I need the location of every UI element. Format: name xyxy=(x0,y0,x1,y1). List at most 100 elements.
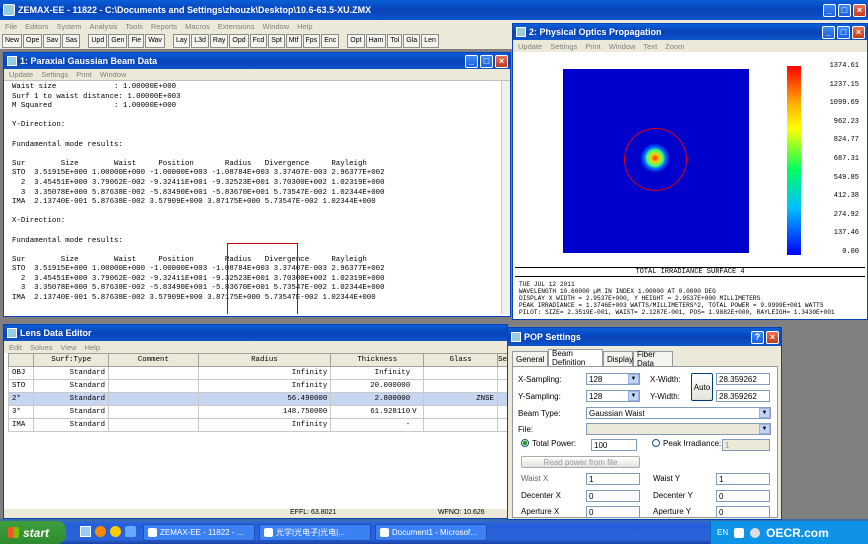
column-header-radius[interactable]: Radius xyxy=(197,353,332,367)
show-desktop-icon[interactable] xyxy=(80,526,91,537)
column-header-glass[interactable]: Glass xyxy=(423,353,498,367)
toolbar-button-new[interactable]: New xyxy=(2,33,23,48)
close-icon[interactable]: × xyxy=(495,54,508,68)
semi-diameter-cell[interactable] xyxy=(497,379,508,393)
tab-general[interactable]: General xyxy=(512,351,548,366)
thickness-cell[interactable]: 2.800000 xyxy=(330,392,425,406)
menu-item-extensions[interactable]: Extensions xyxy=(218,22,255,31)
semi-diameter-cell[interactable] xyxy=(497,405,508,419)
comment-cell[interactable] xyxy=(108,405,199,419)
table-row[interactable]: STO Standard Infinity 20.000000 xyxy=(7,379,508,393)
semi-diameter-cell[interactable] xyxy=(497,392,508,406)
menu-item-analysis[interactable]: Analysis xyxy=(89,22,117,31)
menu-item-update[interactable]: Update xyxy=(9,70,33,79)
menu-item-update[interactable]: Update xyxy=(518,42,542,51)
table-row[interactable]: 2* Standard 56.490000 2.800000 ZNSE xyxy=(7,392,508,406)
minimize-icon[interactable]: _ xyxy=(465,54,478,68)
minimize-icon[interactable]: _ xyxy=(823,3,836,17)
toolbar-button-mtf[interactable]: Mtf xyxy=(285,33,302,48)
browser-icon[interactable] xyxy=(95,526,106,537)
menu-item-reports[interactable]: Reports xyxy=(151,22,177,31)
column-header-surftype[interactable]: Surf:Type xyxy=(33,353,110,367)
toolbar-button-lay[interactable]: Lay xyxy=(172,33,191,48)
menu-item-window[interactable]: Window xyxy=(262,22,289,31)
menu-item-help[interactable]: Help xyxy=(297,22,312,31)
menu-item-solves[interactable]: Solves xyxy=(30,343,53,352)
semi-diameter-cell[interactable] xyxy=(497,418,508,432)
surface-number-cell[interactable]: 2* xyxy=(7,392,35,406)
toolbar-button-l3d[interactable]: L3d xyxy=(191,33,209,48)
radius-cell[interactable]: Infinity xyxy=(197,418,332,432)
decenter-x-input[interactable]: 0 xyxy=(586,490,640,502)
glass-cell[interactable] xyxy=(423,366,498,380)
column-header-thickness[interactable]: Thickness xyxy=(330,353,425,367)
thickness-cell[interactable]: 20.000000 xyxy=(330,379,425,393)
beam-type-select[interactable]: Gaussian Waist ▼ xyxy=(586,407,771,419)
toolbar-button-spt[interactable]: Spt xyxy=(268,33,285,48)
menu-item-print[interactable]: Print xyxy=(76,70,91,79)
help-icon[interactable] xyxy=(125,526,136,537)
read-power-button[interactable]: Read power from file xyxy=(521,456,640,468)
comment-cell[interactable] xyxy=(108,418,199,432)
taskbar-item[interactable]: 光学|光电子|光电|... xyxy=(259,524,371,541)
toolbar-button-ham[interactable]: Ham xyxy=(365,33,387,48)
column-header-se[interactable]: Se xyxy=(497,353,508,367)
glass-cell[interactable]: ZNSE xyxy=(423,392,498,406)
menu-item-edit[interactable]: Edit xyxy=(9,343,22,352)
radius-cell[interactable]: 56.490000 xyxy=(197,392,332,406)
surface-number-cell[interactable]: 3* xyxy=(7,405,35,419)
y-width-input[interactable]: 28.359262 xyxy=(716,390,770,402)
toolbar-button-tol[interactable]: Tol xyxy=(387,33,403,48)
thickness-cell[interactable]: Infinity xyxy=(330,366,425,380)
menu-item-window[interactable]: Window xyxy=(100,70,127,79)
comment-cell[interactable] xyxy=(108,379,199,393)
x-width-input[interactable]: 28.359262 xyxy=(716,373,770,385)
surface-type-cell[interactable]: Standard xyxy=(33,366,110,380)
menu-item-window[interactable]: Window xyxy=(609,42,636,51)
menu-item-macros[interactable]: Macros xyxy=(185,22,210,31)
decenter-y-input[interactable]: 0 xyxy=(716,490,770,502)
pgb-text-area[interactable]: Waist size : 1.00000E+000 Surf 1 to wais… xyxy=(4,81,510,314)
toolbar-button-fcd[interactable]: Fcd xyxy=(249,33,268,48)
toolbar-button-gen[interactable]: Gen xyxy=(108,33,128,48)
menu-item-system[interactable]: System xyxy=(56,22,81,31)
app-icon[interactable] xyxy=(110,526,121,537)
surface-number-cell[interactable]: OBJ xyxy=(7,366,35,380)
total-power-radio[interactable] xyxy=(521,439,529,447)
toolbar-button-sav[interactable]: Sav xyxy=(43,33,62,48)
taskbar-item[interactable]: ZEMAX-EE - 11822 - ... xyxy=(143,524,255,541)
glass-cell[interactable] xyxy=(423,418,498,432)
glass-cell[interactable] xyxy=(423,379,498,393)
menu-item-settings[interactable]: Settings xyxy=(550,42,577,51)
pgb-scrollbar[interactable] xyxy=(501,81,510,314)
peak-irradiance-input[interactable]: 1 xyxy=(722,439,770,451)
radius-cell[interactable]: Infinity xyxy=(197,366,332,380)
table-row[interactable]: IMA Standard Infinity - xyxy=(7,418,508,432)
glass-cell[interactable] xyxy=(423,405,498,419)
aperture-y-input[interactable]: 0 xyxy=(716,506,770,518)
thickness-cell[interactable]: - xyxy=(330,418,425,432)
maximize-icon[interactable]: □ xyxy=(837,25,850,39)
menu-item-settings[interactable]: Settings xyxy=(41,70,68,79)
radius-cell[interactable]: 148.750000 xyxy=(197,405,332,419)
radius-cell[interactable]: Infinity xyxy=(197,379,332,393)
surface-number-cell[interactable]: IMA xyxy=(7,418,35,432)
surface-number-cell[interactable]: STO xyxy=(7,379,35,393)
table-row[interactable]: 3* Standard 148.750000 61.928110 V xyxy=(7,405,508,419)
total-power-input[interactable]: 100 xyxy=(591,439,637,451)
peak-irradiance-radio[interactable] xyxy=(652,439,660,447)
comment-cell[interactable] xyxy=(108,392,199,406)
tray-icon[interactable] xyxy=(750,527,761,538)
maximize-icon[interactable]: □ xyxy=(480,54,493,68)
toolbar-button-ope[interactable]: Ope xyxy=(23,33,43,48)
surface-type-cell[interactable]: Standard xyxy=(33,379,110,393)
close-icon[interactable]: × xyxy=(766,330,779,344)
close-icon[interactable]: × xyxy=(853,3,866,17)
waist-x-input[interactable]: 1 xyxy=(586,473,640,485)
tab-fiber-data[interactable]: Fiber Data xyxy=(633,350,673,368)
menu-item-editors[interactable]: Editors xyxy=(25,22,48,31)
toolbar-button-fps[interactable]: Fps xyxy=(302,33,321,48)
surface-type-cell[interactable]: Standard xyxy=(33,405,110,419)
toolbar-button-opd[interactable]: Opd xyxy=(229,33,249,48)
menu-item-zoom[interactable]: Zoom xyxy=(665,42,684,51)
